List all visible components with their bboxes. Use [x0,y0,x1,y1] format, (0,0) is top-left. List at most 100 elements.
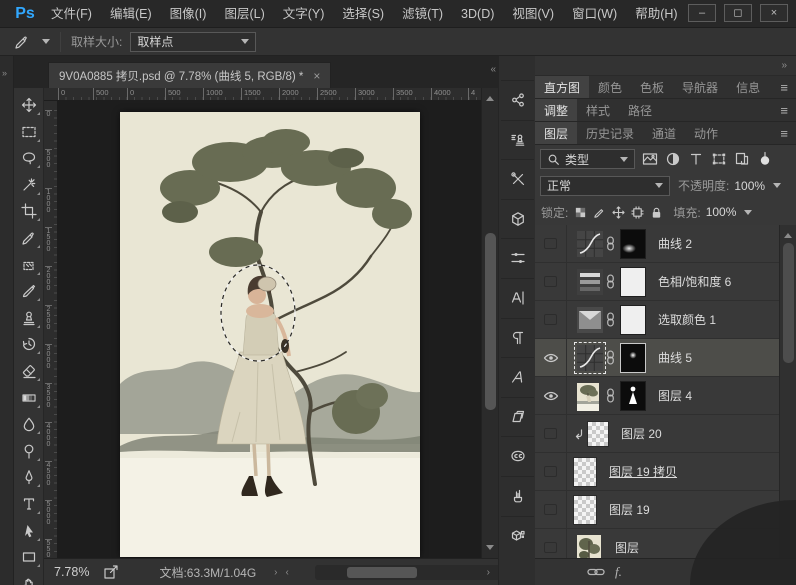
shape-layer-filter-icon[interactable] [711,151,727,167]
scroll-up-icon[interactable] [784,229,792,238]
share-export-icon[interactable] [103,564,119,580]
layer-mask-thumbnail[interactable] [620,267,646,297]
collapse-panels-icon[interactable]: » [781,60,786,71]
panel-menu-icon[interactable]: ≡ [780,103,788,118]
magic-wand-tool[interactable] [18,174,40,196]
horizontal-scrollbar-thumb[interactable] [347,567,417,578]
hue-saturation-thumbnail[interactable] [577,269,603,295]
canvas-image[interactable] [120,112,420,557]
double-arrow-icon[interactable]: » [2,68,6,78]
panel-tab-导航器[interactable]: 导航器 [673,76,727,98]
panel-tab-样式[interactable]: 样式 [577,99,619,121]
zoom-level-field[interactable]: 7.78% [54,565,89,579]
scroll-left-icon[interactable]: ‹ [286,567,289,578]
selective-color-thumbnail[interactable] [577,307,603,333]
layer-row-2[interactable]: 色相/饱和度 6 [535,263,779,301]
layer-thumbnail[interactable] [573,457,597,487]
share-icon[interactable] [506,88,530,112]
path-selection-tool[interactable] [18,520,40,542]
menu-item-1[interactable]: 文件(F) [42,0,101,28]
layers-scrollbar-thumb[interactable] [783,243,794,363]
minimize-button[interactable]: – [688,4,716,22]
layer-row-1[interactable]: 曲线 2 [535,225,779,263]
menu-item-8[interactable]: 3D(D) [452,0,503,28]
visibility-toggle[interactable] [535,263,567,301]
eyedropper-preset-button[interactable] [14,34,50,50]
layer-mask-thumbnail[interactable] [620,343,646,373]
eraser-tool[interactable] [18,360,40,382]
menu-item-6[interactable]: 选择(S) [333,0,393,28]
canvas-area[interactable] [58,101,481,558]
visibility-toggle[interactable] [535,301,567,339]
layer-mask-thumbnail[interactable] [620,381,646,411]
crop-tool[interactable] [18,200,40,222]
menu-item-10[interactable]: 窗口(W) [563,0,626,28]
ps-logo-icon[interactable]: Ps [8,2,42,26]
spot-healing-tool[interactable] [18,254,40,276]
opacity-dropdown[interactable]: 100% [734,179,781,193]
lock-position-icon[interactable] [612,206,625,219]
creative-cloud-icon[interactable] [506,444,530,468]
history-brush-tool[interactable] [18,333,40,355]
layer-row-4[interactable]: 曲线 5 [535,339,779,377]
maximize-button[interactable]: ◻ [724,4,752,22]
scroll-right-icon[interactable]: › [487,567,490,578]
filter-toggle-icon[interactable] [757,151,773,167]
lock-artboard-icon[interactable] [631,206,644,219]
panel-tab-动作[interactable]: 动作 [685,122,727,144]
vertical-scrollbar[interactable] [481,88,498,558]
panel-tab-历史记录[interactable]: 历史记录 [577,122,643,144]
scroll-up-icon[interactable] [486,92,494,101]
visibility-toggle[interactable] [535,491,567,529]
adjustment-layer-filter-icon[interactable] [665,151,681,167]
menu-item-2[interactable]: 编辑(E) [101,0,161,28]
panel-menu-icon[interactable]: ≡ [780,126,788,141]
glyphs-icon[interactable] [506,365,530,389]
link-layers-icon[interactable] [587,566,605,578]
gradient-tool[interactable] [18,387,40,409]
paragraph-icon[interactable] [506,326,530,350]
lasso-tool[interactable] [18,147,40,169]
panel-tab-颜色[interactable]: 颜色 [589,76,631,98]
blur-tool[interactable] [18,413,40,435]
fx-icon[interactable]: f. [615,564,622,580]
visibility-toggle[interactable] [535,377,567,415]
status-expand-icon[interactable]: › [274,567,277,578]
panel-menu-icon[interactable]: ≡ [780,80,788,95]
hand-tool[interactable] [18,573,40,585]
smart-object-filter-icon[interactable] [734,151,750,167]
fill-dropdown[interactable]: 100% [706,205,753,219]
pixel-layer-filter-icon[interactable] [642,151,658,167]
3d-material-icon[interactable] [506,524,530,548]
rectangular-marquee-tool[interactable] [18,121,40,143]
panel-tab-色板[interactable]: 色板 [631,76,673,98]
3d-icon[interactable] [506,207,530,231]
document-tab[interactable]: 9V0A0885 拷贝.psd @ 7.78% (曲线 5, RGB/8) * … [48,62,331,88]
double-arrow-left-icon[interactable]: « [490,64,496,75]
dodge-tool[interactable] [18,440,40,462]
menu-item-4[interactable]: 图层(L) [215,0,273,28]
visibility-toggle[interactable] [535,529,567,559]
menu-item-5[interactable]: 文字(Y) [274,0,334,28]
layer-thumbnail[interactable] [577,535,603,559]
visibility-toggle[interactable] [535,415,567,453]
panel-tab-直方图[interactable]: 直方图 [535,76,589,98]
curves-thumbnail[interactable] [577,345,603,371]
visibility-toggle[interactable] [535,339,567,377]
layer-mask-thumbnail[interactable] [620,229,646,259]
rectangle-tool[interactable] [18,546,40,568]
lock-transparency-icon[interactable] [574,206,587,219]
type-layer-filter-icon[interactable] [688,151,704,167]
horizontal-scrollbar[interactable] [315,565,501,580]
panel-tab-图层[interactable]: 图层 [535,122,577,144]
panel-tab-信息[interactable]: 信息 [727,76,769,98]
close-button[interactable]: × [760,4,788,22]
layer-mask-thumbnail[interactable] [620,305,646,335]
menu-item-3[interactable]: 图像(I) [161,0,216,28]
lock-paint-icon[interactable] [593,206,606,219]
type-tool[interactable] [18,493,40,515]
move-tool[interactable] [18,94,40,116]
vertical-scrollbar-thumb[interactable] [485,233,496,410]
character-icon[interactable] [506,286,530,310]
menu-item-11[interactable]: 帮助(H) [626,0,686,28]
